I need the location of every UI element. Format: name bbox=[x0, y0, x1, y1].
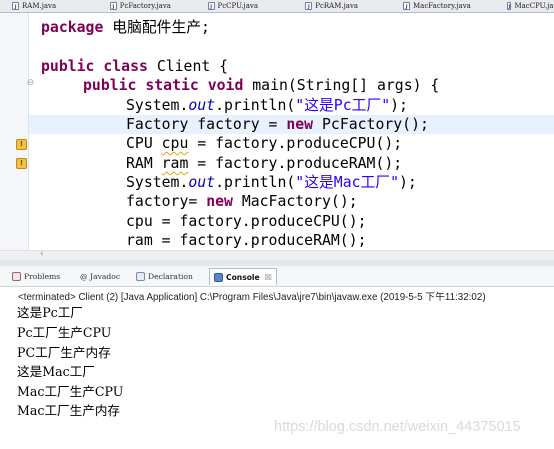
console-output-line: 这是Pc工厂 bbox=[17, 305, 83, 320]
code-line-println-mac: System.out.println("这是Mac工厂"); bbox=[126, 173, 417, 192]
editor-tab[interactable]: J PcRAM.java bbox=[293, 0, 391, 12]
code-text: MacFactory(); bbox=[232, 193, 358, 210]
code-line-class: public class Client { bbox=[41, 57, 228, 76]
close-icon[interactable]: ☒ bbox=[265, 273, 272, 282]
class-decl: Client { bbox=[147, 58, 229, 75]
horizontal-scrollbar[interactable]: ‹ bbox=[0, 249, 554, 260]
string-literal: "这是Mac工厂" bbox=[295, 174, 400, 191]
editor-ruler bbox=[0, 13, 29, 260]
code-text: factory= bbox=[126, 193, 207, 210]
editor-tab-label: MacFactory.java bbox=[413, 2, 471, 10]
collapse-icon[interactable]: ⊖ bbox=[26, 79, 35, 88]
static-field: out bbox=[188, 97, 216, 114]
code-line-ram-assign: ram = factory.produceRAM(); bbox=[126, 232, 367, 249]
code-text: PcFactory(); bbox=[313, 116, 429, 133]
java-file-icon: J bbox=[109, 2, 117, 10]
method-decl: main(String[] args) { bbox=[243, 77, 440, 94]
code-text: System. bbox=[126, 97, 189, 114]
console-icon bbox=[214, 272, 223, 282]
code-line-macfactory: factory= new MacFactory(); bbox=[126, 192, 358, 211]
code-line-cpu: CPU cpu = factory.produceCPU(); bbox=[126, 134, 402, 153]
console-view-tabs: Problems @ Javadoc Declaration Console ☒ bbox=[0, 266, 554, 287]
java-file-icon: J bbox=[403, 2, 410, 10]
tab-label: Problems bbox=[24, 272, 61, 281]
code-line-ram: RAM ram = factory.produceRAM(); bbox=[126, 154, 402, 173]
editor-tab-label: RAM.java bbox=[22, 2, 57, 10]
editor-tab-label: PcCPU.java bbox=[217, 2, 259, 10]
keyword: public static void bbox=[83, 77, 244, 94]
declaration-icon bbox=[136, 272, 145, 281]
code-text: .println( bbox=[215, 174, 296, 191]
keyword: new bbox=[286, 116, 314, 133]
code-text: = factory.produceCPU(); bbox=[188, 135, 403, 152]
unused-variable: ram bbox=[161, 155, 189, 172]
tab-javadoc[interactable]: @ Javadoc bbox=[80, 269, 120, 284]
code-line-cpu-assign: cpu = factory.produceCPU(); bbox=[126, 213, 367, 230]
keyword: package bbox=[41, 19, 104, 36]
editor-tab[interactable]: J PcFactory.java bbox=[98, 0, 196, 12]
console-output-line: PC工厂生产内存 bbox=[17, 345, 111, 360]
keyword: new bbox=[206, 193, 233, 210]
code-text: Factory factory = bbox=[126, 116, 287, 133]
code-line-main: public static void main(String[] args) { bbox=[83, 76, 439, 95]
tab-console[interactable]: Console ☒ bbox=[209, 268, 277, 285]
code-text: CPU bbox=[126, 135, 162, 152]
editor-tab-label: MacCPU.java bbox=[514, 2, 554, 10]
warning-icon[interactable]: ! bbox=[16, 158, 27, 169]
problems-icon bbox=[12, 272, 21, 281]
java-file-icon: J bbox=[507, 2, 512, 10]
string-literal: "这是Pc工厂" bbox=[295, 97, 391, 114]
static-field: out bbox=[188, 174, 216, 191]
tab-declaration[interactable]: Declaration bbox=[136, 269, 193, 284]
code-line-pcfactory: Factory factory = new PcFactory(); bbox=[126, 115, 429, 134]
editor-tab-label: PcFactory.java bbox=[119, 2, 171, 10]
scroll-left-icon[interactable]: ‹ bbox=[40, 249, 44, 259]
editor-tab[interactable]: J MacCPU.java bbox=[495, 0, 554, 12]
editor-tab-label: PcRAM.java bbox=[315, 2, 359, 10]
java-file-icon: J bbox=[12, 2, 19, 10]
tab-problems[interactable]: Problems bbox=[12, 269, 60, 284]
code-editor[interactable]: ⊖ ! ! package 电脑配件生产; public class Clien… bbox=[0, 13, 554, 260]
tab-label: @ Javadoc bbox=[80, 272, 121, 281]
console-output-line: 这是Mac工厂 bbox=[17, 364, 95, 379]
code-line-package: package 电脑配件生产; bbox=[41, 18, 210, 37]
unused-variable: cpu bbox=[161, 135, 189, 152]
editor-tab[interactable]: J PcCPU.java bbox=[196, 0, 294, 12]
code-text: System. bbox=[126, 174, 189, 191]
code-line-println-pc: System.out.println("这是Pc工厂"); bbox=[126, 96, 408, 115]
watermark: https://blog.csdn.net/weixin_44375015 bbox=[274, 419, 521, 435]
keyword: public class bbox=[41, 58, 148, 75]
editor-tab[interactable]: J MacFactory.java bbox=[391, 0, 495, 12]
console-output-line: Pc工厂生产CPU bbox=[17, 325, 112, 340]
code-text: ); bbox=[399, 174, 417, 191]
tab-label: Console bbox=[226, 272, 260, 282]
code-text: = factory.produceRAM(); bbox=[188, 155, 403, 172]
tab-label: Declaration bbox=[148, 272, 193, 281]
java-file-icon: J bbox=[305, 2, 313, 10]
package-name: 电脑配件生产; bbox=[103, 19, 210, 36]
code-text: RAM bbox=[126, 155, 162, 172]
code-text: .println( bbox=[215, 97, 296, 114]
console-output-line: Mac工厂生产CPU bbox=[17, 384, 124, 399]
editor-tab-bar: J RAM.java J PcFactory.java J PcCPU.java… bbox=[0, 0, 554, 13]
warning-icon[interactable]: ! bbox=[16, 139, 27, 150]
java-file-icon: J bbox=[207, 2, 215, 10]
editor-tab[interactable]: J RAM.java bbox=[0, 0, 98, 12]
console-output-line: Mac工厂生产内存 bbox=[17, 403, 121, 418]
code-text: ); bbox=[390, 97, 408, 114]
terminated-status: <terminated> Client (2) [Java Applicatio… bbox=[18, 292, 486, 302]
